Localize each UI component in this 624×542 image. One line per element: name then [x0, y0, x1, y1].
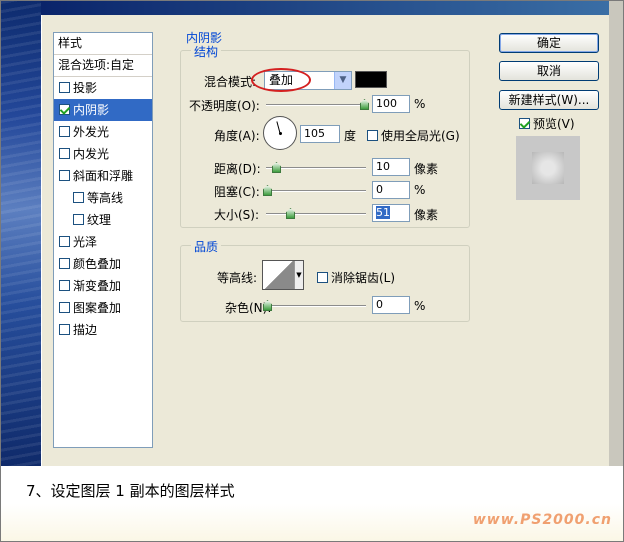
style-items: 投影内阴影外发光内发光斜面和浮雕等高线纹理光泽颜色叠加渐变叠加图案叠加描边 — [54, 77, 152, 341]
distance-label: 距离(D): — [214, 162, 261, 176]
style-item-label: 投影 — [73, 81, 98, 95]
style-item-checkbox[interactable] — [59, 148, 70, 159]
style-item[interactable]: 内发光 — [54, 143, 152, 165]
chevron-down-icon[interactable]: ▼ — [294, 261, 303, 289]
angle-label: 角度(A): — [214, 129, 260, 143]
style-item-checkbox[interactable] — [59, 280, 70, 291]
distance-unit: 像素 — [414, 162, 439, 176]
styles-header[interactable]: 样式 — [54, 33, 152, 55]
preview-label: 预览(V) — [533, 117, 575, 131]
article-footer — [1, 467, 623, 541]
angle-dial[interactable] — [263, 116, 297, 150]
style-item-label: 外发光 — [73, 125, 110, 139]
style-item[interactable]: 外发光 — [54, 121, 152, 143]
opacity-label: 不透明度(O): — [189, 99, 260, 113]
size-input[interactable]: 51 — [372, 204, 410, 222]
distance-slider[interactable] — [266, 162, 366, 173]
global-light-checkbox-box[interactable] — [367, 130, 378, 141]
size-label: 大小(S): — [214, 208, 260, 222]
choke-input[interactable]: 0 — [372, 181, 410, 199]
antialias-checkbox[interactable]: 消除锯齿(L) — [317, 269, 395, 286]
style-item[interactable]: 颜色叠加 — [54, 253, 152, 275]
noise-slider[interactable] — [263, 300, 366, 311]
style-item[interactable]: 内阴影 — [54, 99, 152, 121]
styles-list: 样式 混合选项:自定 投影内阴影外发光内发光斜面和浮雕等高线纹理光泽颜色叠加渐变… — [53, 32, 153, 448]
size-unit: 像素 — [414, 208, 439, 222]
dialog-titlebar — [41, 1, 609, 15]
blend-options-item[interactable]: 混合选项:自定 — [54, 55, 152, 77]
antialias-label: 消除锯齿(L) — [331, 271, 396, 285]
opacity-slider[interactable] — [266, 99, 369, 110]
style-item-checkbox[interactable] — [59, 258, 70, 269]
size-slider[interactable] — [266, 208, 366, 219]
style-item-label: 斜面和浮雕 — [73, 169, 134, 183]
red-circle-annotation — [251, 68, 311, 92]
noise-input[interactable]: 0 — [372, 296, 410, 314]
style-item-checkbox[interactable] — [59, 324, 70, 335]
new-style-button[interactable]: 新建样式(W)... — [499, 90, 599, 110]
style-item-checkbox[interactable] — [73, 192, 84, 203]
ok-button[interactable]: 确定 — [499, 33, 599, 53]
caption-text: 7、设定图层 1 副本的图层样式 — [26, 482, 235, 500]
style-item[interactable]: 等高线 — [54, 187, 152, 209]
opacity-input[interactable]: 100 — [372, 95, 410, 113]
noise-unit: % — [414, 299, 426, 313]
style-item-checkbox[interactable] — [59, 104, 70, 115]
style-item-label: 光泽 — [73, 235, 98, 249]
choke-unit: % — [414, 183, 426, 197]
chevron-down-icon[interactable]: ▼ — [334, 72, 351, 89]
style-item-checkbox[interactable] — [59, 170, 70, 181]
style-item-checkbox[interactable] — [59, 82, 70, 93]
style-item-label: 描边 — [73, 323, 98, 337]
style-item[interactable]: 投影 — [54, 77, 152, 99]
style-preview-thumbnail — [516, 136, 580, 200]
style-item-label: 颜色叠加 — [73, 257, 122, 271]
layer-style-dialog: 样式 混合选项:自定 投影内阴影外发光内发光斜面和浮雕等高线纹理光泽颜色叠加渐变… — [41, 15, 609, 466]
style-item[interactable]: 渐变叠加 — [54, 275, 152, 297]
contour-label: 等高线: — [217, 271, 258, 285]
preview-checkbox[interactable]: 预览(V) — [519, 115, 575, 132]
angle-input[interactable]: 105 — [300, 125, 340, 143]
style-item[interactable]: 描边 — [54, 319, 152, 341]
window-edge — [609, 1, 623, 466]
style-item[interactable]: 斜面和浮雕 — [54, 165, 152, 187]
blend-mode-label: 混合模式: — [204, 75, 257, 89]
style-item[interactable]: 光泽 — [54, 231, 152, 253]
global-light-label: 使用全局光(G) — [381, 129, 460, 143]
cancel-button[interactable]: 取消 — [499, 61, 599, 81]
style-item[interactable]: 纹理 — [54, 209, 152, 231]
style-item-label: 内发光 — [73, 147, 110, 161]
style-item-checkbox[interactable] — [59, 126, 70, 137]
style-item-label: 内阴影 — [73, 103, 110, 117]
global-light-checkbox[interactable]: 使用全局光(G) — [367, 127, 460, 144]
distance-input[interactable]: 10 — [372, 158, 410, 176]
opacity-unit: % — [414, 97, 426, 111]
style-item-checkbox[interactable] — [59, 302, 70, 313]
quality-group-title: 品质 — [191, 238, 222, 255]
site-watermark: www.PS2000.cn — [472, 512, 612, 528]
style-item-checkbox[interactable] — [59, 236, 70, 247]
preview-checkbox-box[interactable] — [519, 118, 530, 129]
style-item-label: 图案叠加 — [73, 301, 122, 315]
style-item-checkbox[interactable] — [73, 214, 84, 225]
contour-picker[interactable]: ▼ — [262, 260, 304, 290]
style-item-label: 纹理 — [87, 213, 112, 227]
choke-slider[interactable] — [263, 185, 366, 196]
antialias-checkbox-box[interactable] — [317, 272, 328, 283]
contour-preview-icon — [263, 261, 295, 289]
style-item-label: 等高线 — [87, 191, 124, 205]
preview-inner-square — [532, 152, 564, 184]
style-item-label: 渐变叠加 — [73, 279, 122, 293]
style-item[interactable]: 图案叠加 — [54, 297, 152, 319]
angle-unit: 度 — [344, 129, 357, 143]
size-value: 51 — [376, 206, 390, 219]
background-photo — [1, 1, 41, 466]
shadow-color-swatch[interactable] — [355, 71, 387, 88]
choke-label: 阻塞(C): — [214, 185, 260, 199]
structure-group-title: 结构 — [191, 43, 222, 60]
